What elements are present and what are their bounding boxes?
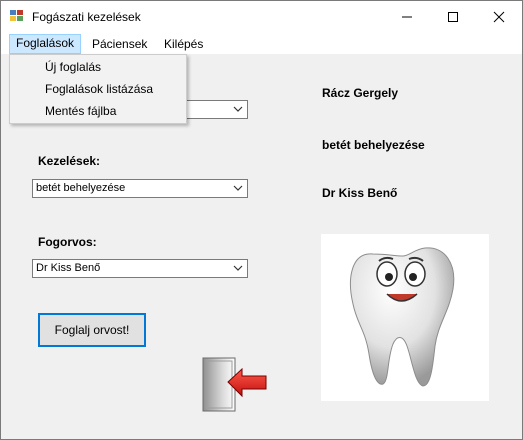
menu-item-new-booking[interactable]: Új foglalás <box>45 60 101 74</box>
dentist-combo-value: Dr Kiss Benő <box>36 262 101 274</box>
exit-button[interactable] <box>202 357 268 412</box>
tooth-picture <box>321 234 489 401</box>
title-bar: Fogászati kezelések <box>1 1 522 32</box>
maximize-icon <box>448 11 458 22</box>
exit-door-icon <box>202 357 267 412</box>
dentist-combo[interactable]: Dr Kiss Benő <box>32 259 248 278</box>
minimize-icon <box>402 16 412 17</box>
treatment-combo-value: betét behelyezése <box>36 182 126 194</box>
treatment-label: Kezelések: <box>38 154 101 168</box>
maximize-button[interactable] <box>430 1 476 32</box>
dropdown-arrow-icon <box>233 106 243 112</box>
dentist-label: Fogorvos: <box>38 235 97 249</box>
dropdown-arrow-icon <box>233 265 243 271</box>
summary-treatment: betét behelyezése <box>322 138 425 152</box>
close-button[interactable] <box>476 1 522 32</box>
minimize-button[interactable] <box>384 1 430 32</box>
menu-paciensek[interactable]: Páciensek <box>86 35 153 53</box>
menu-item-list-bookings[interactable]: Foglalások listázása <box>45 82 153 96</box>
menu-item-save-file[interactable]: Mentés fájlba <box>45 104 116 118</box>
menu-kilepes[interactable]: Kilépés <box>158 35 209 53</box>
close-icon <box>493 11 505 22</box>
menu-bar: Foglalások Páciensek Kilépés <box>1 32 522 54</box>
treatment-combo[interactable]: betét behelyezése <box>32 179 248 198</box>
summary-dentist: Dr Kiss Benő <box>322 186 398 200</box>
dropdown-arrow-icon <box>233 185 243 191</box>
summary-patient: Rácz Gergely <box>322 86 399 100</box>
window-title: Fogászati kezelések <box>32 10 141 24</box>
book-dentist-button[interactable]: Foglalj orvost! <box>38 313 146 347</box>
app-icon <box>10 10 23 21</box>
tooth-icon <box>350 247 455 387</box>
menu-foglalasok[interactable]: Foglalások <box>9 34 82 54</box>
app-window: Fogászati kezelések Foglalások Páciensek… <box>0 0 523 440</box>
foglalasok-dropdown: Új foglalás Foglalások listázása Mentés … <box>9 54 187 124</box>
